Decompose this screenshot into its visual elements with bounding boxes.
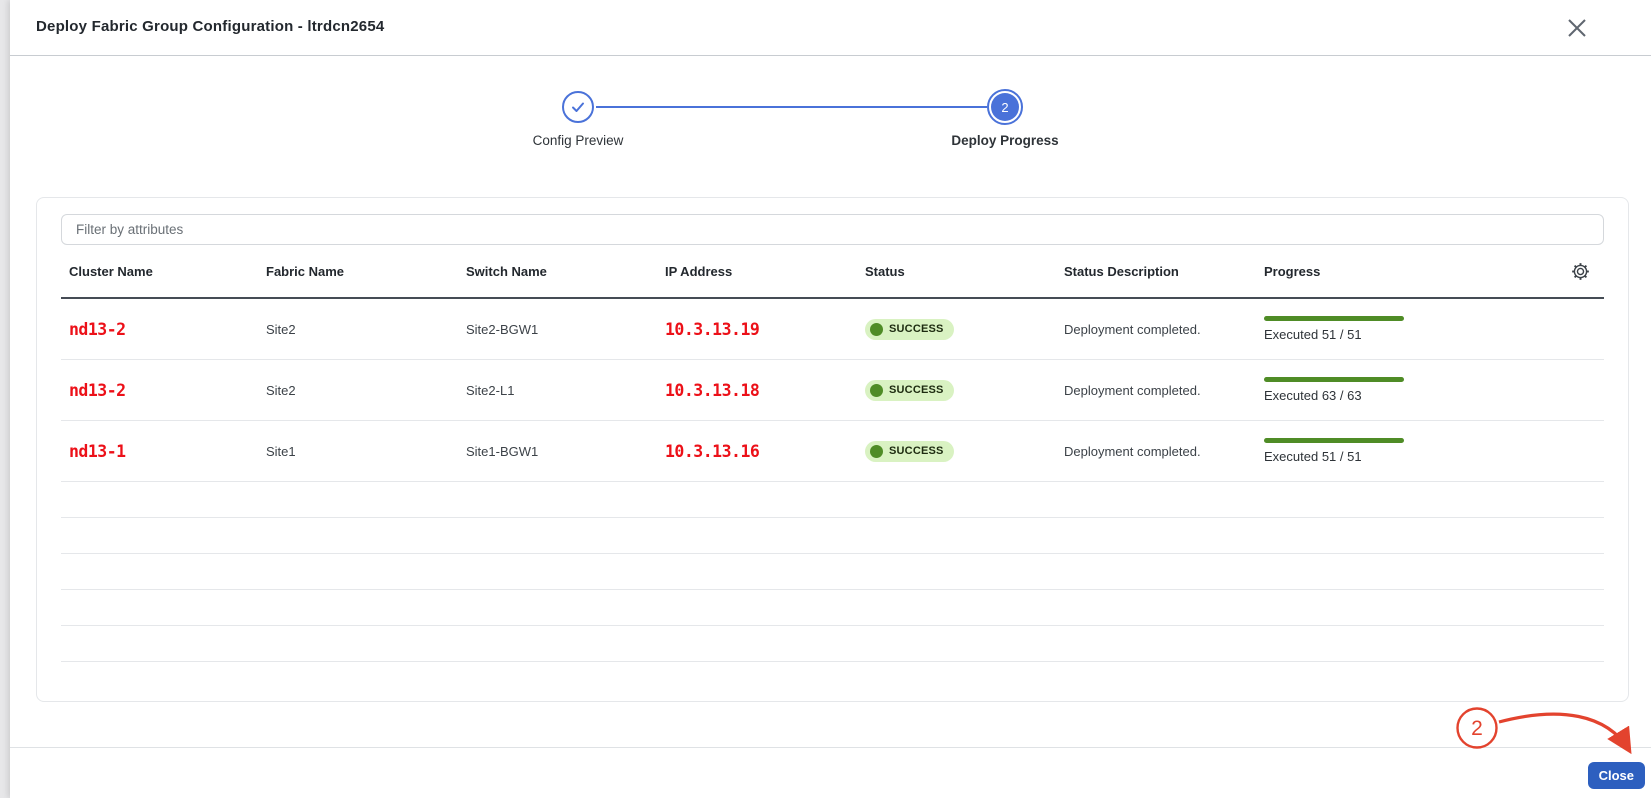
cell-switch-name: Site2-L1: [466, 383, 665, 398]
step-number: 2: [991, 93, 1019, 121]
step-config-preview-indicator[interactable]: [562, 91, 594, 123]
cell-fabric-name: Site1: [266, 444, 466, 459]
close-button[interactable]: Close: [1588, 762, 1645, 789]
cell-fabric-name: Site2: [266, 383, 466, 398]
cell-cluster-name: nd13-2: [61, 381, 266, 400]
column-header-progress[interactable]: Progress: [1264, 264, 1546, 279]
status-dot-icon: [870, 445, 883, 458]
cell-ip-address: 10.3.13.18: [665, 381, 865, 400]
cell-status: SUCCESS: [865, 319, 1064, 340]
column-header-status[interactable]: Status: [865, 264, 1064, 279]
dialog-header: Deploy Fabric Group Configuration - ltrd…: [10, 0, 1651, 56]
step-deploy-progress-indicator[interactable]: 2: [987, 89, 1023, 125]
cell-progress: Executed 63 / 63: [1264, 377, 1546, 403]
column-header-fabric-name[interactable]: Fabric Name: [266, 264, 466, 279]
empty-row: [61, 626, 1604, 662]
cell-ip-address: 10.3.13.16: [665, 442, 865, 461]
cell-status: SUCCESS: [865, 380, 1064, 401]
empty-row: [61, 482, 1604, 518]
progress-bar: [1264, 438, 1404, 443]
empty-row: [61, 590, 1604, 626]
filter-input[interactable]: [61, 214, 1604, 245]
deploy-dialog: Deploy Fabric Group Configuration - ltrd…: [10, 0, 1651, 798]
status-badge: SUCCESS: [865, 380, 954, 401]
status-badge: SUCCESS: [865, 319, 954, 340]
table-row: nd13-2 Site2 Site2-BGW1 10.3.13.19 SUCCE…: [61, 299, 1604, 360]
dialog-title: Deploy Fabric Group Configuration - ltrd…: [36, 18, 384, 35]
step-label-deploy-progress: Deploy Progress: [905, 133, 1105, 148]
cell-status: SUCCESS: [865, 441, 1064, 462]
progress-label: Executed 51 / 51: [1264, 449, 1546, 464]
cell-cluster-name: nd13-2: [61, 320, 266, 339]
status-text: SUCCESS: [889, 384, 944, 396]
empty-row: [61, 662, 1604, 698]
stepper-connector: [596, 106, 987, 108]
cell-progress: Executed 51 / 51: [1264, 316, 1546, 342]
cell-cluster-name: nd13-1: [61, 442, 266, 461]
close-icon[interactable]: [1565, 16, 1589, 40]
status-dot-icon: [870, 323, 883, 336]
column-header-cluster-name[interactable]: Cluster Name: [61, 264, 266, 279]
cell-ip-address: 10.3.13.19: [665, 320, 865, 339]
deploy-progress-card: Cluster Name Fabric Name Switch Name IP …: [36, 197, 1629, 702]
table-row: nd13-1 Site1 Site1-BGW1 10.3.13.16 SUCCE…: [61, 421, 1604, 482]
step-label-config-preview: Config Preview: [478, 133, 678, 148]
cell-switch-name: Site1-BGW1: [466, 444, 665, 459]
cell-status-description: Deployment completed.: [1064, 383, 1264, 398]
column-header-switch-name[interactable]: Switch Name: [466, 264, 665, 279]
column-settings-gear-icon[interactable]: [1571, 262, 1590, 281]
progress-bar: [1264, 377, 1404, 382]
cell-status-description: Deployment completed.: [1064, 444, 1264, 459]
progress-label: Executed 51 / 51: [1264, 327, 1546, 342]
status-text: SUCCESS: [889, 323, 944, 335]
status-dot-icon: [870, 384, 883, 397]
column-header-status-description[interactable]: Status Description: [1064, 264, 1264, 279]
cell-switch-name: Site2-BGW1: [466, 322, 665, 337]
table-row: nd13-2 Site2 Site2-L1 10.3.13.18 SUCCESS…: [61, 360, 1604, 421]
dialog-footer: Close: [10, 747, 1651, 798]
table-header-row: Cluster Name Fabric Name Switch Name IP …: [61, 245, 1604, 299]
progress-bar: [1264, 316, 1404, 321]
cell-progress: Executed 51 / 51: [1264, 438, 1546, 464]
table-body: nd13-2 Site2 Site2-BGW1 10.3.13.19 SUCCE…: [61, 299, 1604, 698]
empty-row: [61, 554, 1604, 590]
progress-label: Executed 63 / 63: [1264, 388, 1546, 403]
check-icon: [568, 97, 588, 117]
column-header-ip-address[interactable]: IP Address: [665, 264, 865, 279]
cell-fabric-name: Site2: [266, 322, 466, 337]
empty-row: [61, 518, 1604, 554]
status-text: SUCCESS: [889, 445, 944, 457]
cell-status-description: Deployment completed.: [1064, 322, 1264, 337]
status-badge: SUCCESS: [865, 441, 954, 462]
